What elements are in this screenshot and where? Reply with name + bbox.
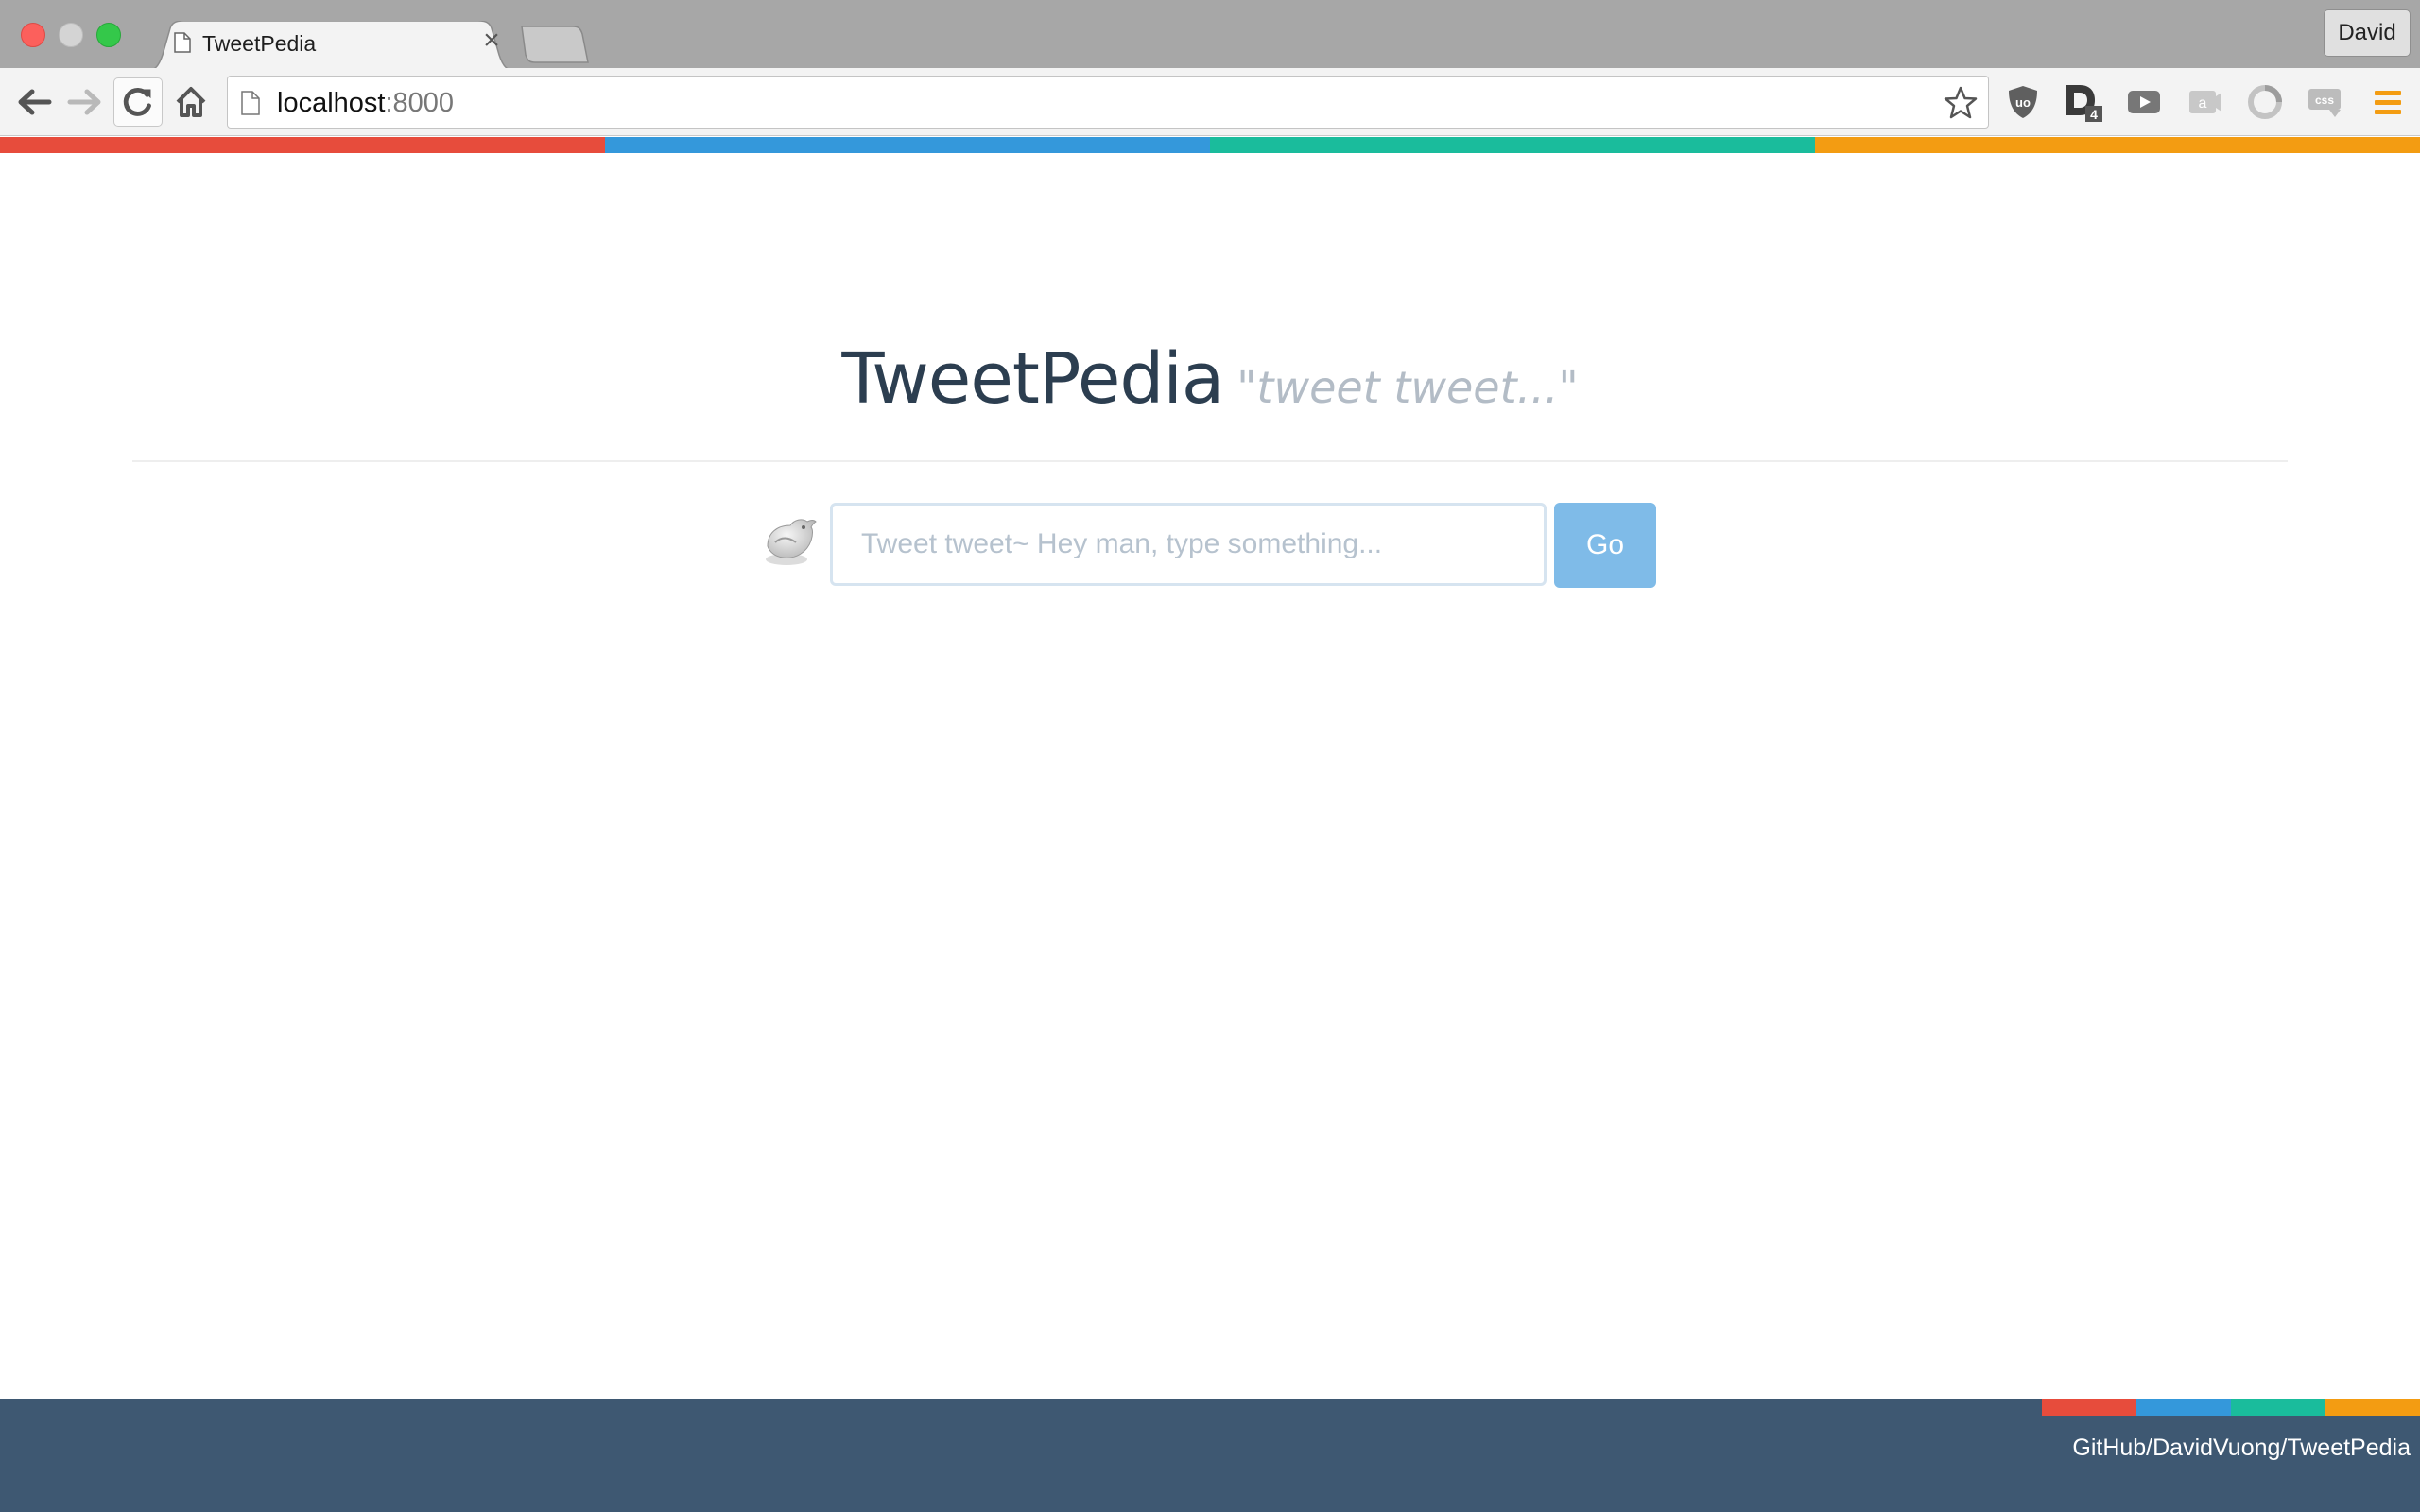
video-icon[interactable] [2125, 83, 2163, 121]
header-divider [132, 460, 2288, 462]
forward-arrow-icon[interactable] [64, 81, 106, 123]
window-minimize-button[interactable] [59, 23, 83, 47]
go-button[interactable]: Go [1554, 503, 1656, 588]
new-tab-button[interactable] [520, 25, 590, 64]
circle-icon[interactable] [2246, 83, 2284, 121]
browser-tab-bar: TweetPedia × David [0, 0, 2420, 72]
strip-teal [1210, 137, 1815, 153]
address-url: localhost:8000 [277, 88, 454, 119]
page-icon [241, 91, 260, 115]
tab-close-icon[interactable]: × [477, 26, 506, 55]
strip-orange [1815, 137, 2420, 153]
twitter-bird-icon [766, 519, 817, 565]
strip-teal [2231, 1399, 2325, 1416]
strip-red [2042, 1399, 2136, 1416]
footer-color-strip [2042, 1399, 2420, 1416]
browser-toolbar: localhost:8000 uo 4 a css [0, 68, 2420, 136]
address-bar[interactable]: localhost:8000 [227, 76, 1989, 129]
strip-blue [605, 137, 1210, 153]
page-icon [174, 32, 191, 53]
page-tagline: "tweet tweet..." [1236, 362, 1579, 413]
d4-icon[interactable]: 4 [2063, 81, 2104, 123]
profile-button[interactable]: David [2324, 9, 2411, 57]
browser-tab-active[interactable]: TweetPedia × [142, 21, 520, 72]
strip-orange [2325, 1399, 2420, 1416]
svg-text:css: css [2315, 94, 2334, 107]
bookmark-star-icon[interactable] [1943, 85, 1979, 121]
menu-icon[interactable] [2369, 83, 2407, 121]
css-icon[interactable]: css [2307, 83, 2344, 121]
window-maximize-button[interactable] [96, 23, 121, 47]
strip-blue [2136, 1399, 2231, 1416]
reload-icon[interactable] [113, 77, 163, 127]
url-host: localhost [277, 88, 386, 118]
page-header: TweetPedia "tweet tweet..." [0, 338, 2420, 420]
window-close-button[interactable] [21, 23, 45, 47]
home-icon[interactable] [170, 81, 212, 123]
ublock-icon[interactable]: uo [2004, 83, 2042, 121]
svg-text:uo: uo [2015, 95, 2031, 110]
svg-text:a: a [2199, 95, 2207, 112]
tab-shape [142, 21, 520, 72]
page-title: TweetPedia [841, 338, 1224, 420]
github-link[interactable]: GitHub/DavidVuong/TweetPedia [2072, 1435, 2411, 1462]
back-arrow-icon[interactable] [13, 81, 55, 123]
top-color-strip [0, 137, 2420, 153]
url-port: :8000 [385, 88, 455, 118]
tab-title: TweetPedia [202, 31, 317, 56]
page-footer: GitHub/DavidVuong/TweetPedia [0, 1399, 2420, 1512]
svg-text:4: 4 [2090, 107, 2098, 122]
search-input[interactable] [830, 503, 1547, 586]
strip-red [0, 137, 605, 153]
a-icon[interactable]: a [2186, 83, 2223, 121]
